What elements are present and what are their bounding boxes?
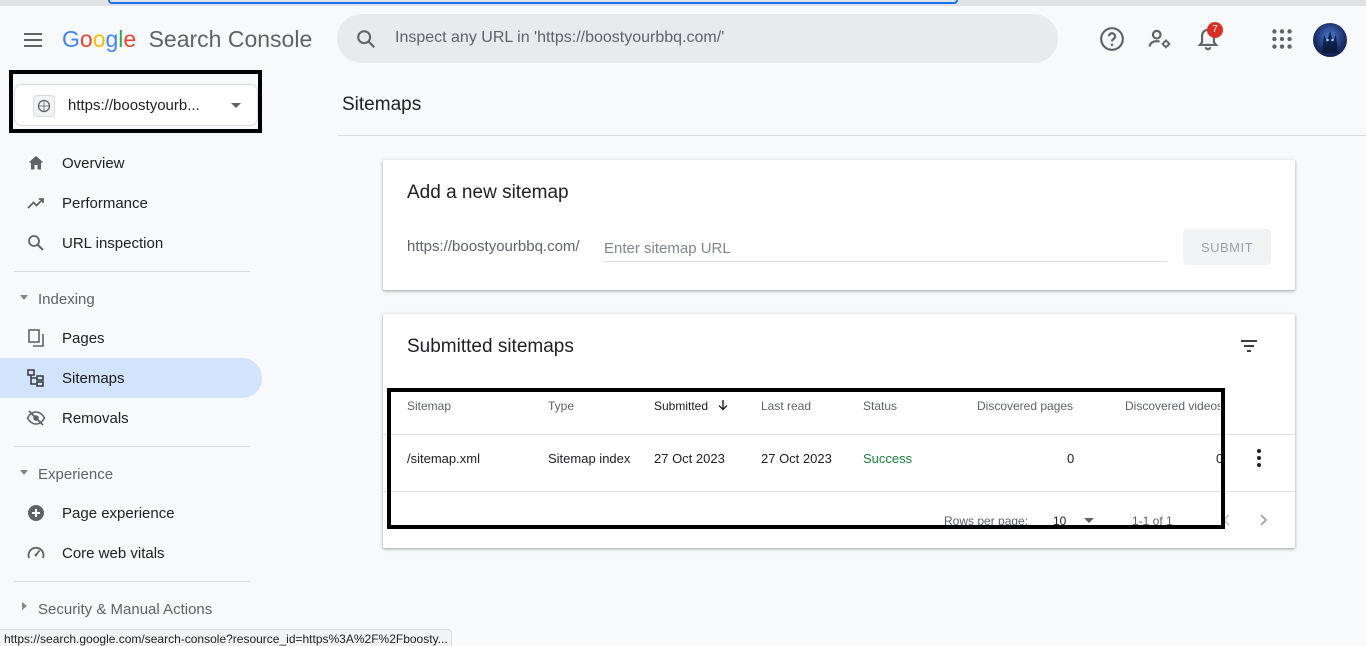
- cell-status: Success: [863, 451, 913, 466]
- globe-icon: [33, 95, 55, 117]
- sidebar-divider: [14, 271, 250, 272]
- search-icon: [28, 235, 44, 251]
- sidebar-item-url-inspection[interactable]: URL inspection: [0, 223, 262, 263]
- visibility-off-icon: [26, 410, 46, 426]
- sitemap-url-input[interactable]: [604, 236, 1167, 262]
- submit-button[interactable]: SUBMIT: [1183, 229, 1271, 265]
- pages-icon: [28, 329, 44, 347]
- cell-submitted: 27 Oct 2023: [654, 451, 725, 466]
- link-preview-status-bar: https://search.google.com/search-console…: [0, 629, 452, 646]
- chevron-right-icon[interactable]: [1255, 512, 1271, 528]
- sidebar-divider: [14, 446, 250, 447]
- sidebar-item-label: Sitemaps: [62, 370, 125, 387]
- filter-list-icon[interactable]: [1237, 334, 1261, 358]
- search-input[interactable]: [395, 24, 1035, 52]
- help-icon[interactable]: [1099, 26, 1125, 52]
- section-label: Security & Manual Actions: [38, 601, 213, 618]
- url-inspection-search[interactable]: [337, 14, 1058, 63]
- app-header: Google Search Console 7: [0, 6, 1366, 72]
- cell-type: Sitemap index: [548, 451, 631, 466]
- sidebar-item-sitemaps[interactable]: Sitemaps: [0, 358, 262, 398]
- column-header-sitemap[interactable]: Sitemap: [407, 399, 451, 413]
- sidebar-item-label: Pages: [62, 330, 105, 347]
- sidebar-item-page-experience[interactable]: Page experience: [0, 493, 262, 533]
- cell-discovered-pages: 0: [1067, 451, 1075, 466]
- notification-count-badge: 7: [1207, 22, 1223, 38]
- collapse-arrow-icon: [20, 470, 28, 475]
- column-header-type[interactable]: Type: [548, 399, 574, 413]
- speed-gauge-icon: [27, 546, 45, 559]
- sidebar-item-overview[interactable]: Overview: [0, 143, 262, 183]
- add-sitemap-title: Add a new sitemap: [407, 182, 569, 203]
- rows-per-page-value: 10: [1053, 514, 1067, 528]
- sidebar-item-label: URL inspection: [62, 235, 164, 252]
- rows-per-page-select[interactable]: 10: [1053, 514, 1094, 528]
- property-selector[interactable]: https://boostyourb...: [14, 84, 258, 126]
- cell-sitemap: /sitemap.xml: [407, 451, 480, 466]
- sidebar-item-label: Removals: [62, 410, 129, 427]
- submitted-sitemaps-title: Submitted sitemaps: [407, 336, 574, 357]
- pagination-range: 1-1 of 1: [1132, 514, 1173, 528]
- arrow-downward-icon: [718, 400, 728, 411]
- sidebar-item-label: Page experience: [62, 505, 175, 522]
- sidebar-item-label: Performance: [62, 195, 148, 212]
- sidebar-item-pages[interactable]: Pages: [0, 318, 262, 358]
- add-circle-icon: [28, 505, 44, 521]
- property-url: https://boostyourb...: [68, 97, 200, 114]
- section-label: Indexing: [38, 291, 95, 308]
- title-divider: [338, 135, 1366, 136]
- cell-last-read: 27 Oct 2023: [761, 451, 832, 466]
- home-icon: [28, 156, 44, 170]
- column-header-discovered-videos[interactable]: Discovered videos: [1125, 399, 1220, 413]
- apps-grid-icon[interactable]: [1269, 26, 1295, 52]
- submitted-sitemaps-card: Submitted sitemaps Sitemap Type Submitte…: [383, 314, 1295, 548]
- address-bar-focus-ring: [108, 0, 958, 4]
- column-header-discovered-pages[interactable]: Discovered pages: [977, 399, 1073, 413]
- row-divider: [383, 491, 1295, 492]
- add-sitemap-card: Add a new sitemap https://boostyourbbq.c…: [383, 160, 1295, 290]
- trending-up-icon: [27, 198, 44, 209]
- chevron-left-icon[interactable]: [1219, 512, 1235, 528]
- cell-discovered-videos: 0: [1216, 451, 1222, 466]
- product-name: Search Console: [148, 26, 313, 52]
- section-security-manual-actions[interactable]: Security & Manual Actions: [0, 593, 262, 623]
- more-vert-icon[interactable]: [1249, 446, 1269, 470]
- main-menu-button[interactable]: [20, 26, 48, 54]
- expand-arrow-icon: [22, 602, 27, 610]
- column-header-label: Submitted: [654, 399, 709, 413]
- avatar-image: [1322, 31, 1338, 53]
- search-console-logo[interactable]: Google Search Console: [62, 26, 312, 53]
- chevron-down-icon: [231, 103, 241, 108]
- column-header-submitted[interactable]: Submitted: [654, 399, 729, 413]
- sidebar-item-performance[interactable]: Performance: [0, 183, 262, 223]
- manage-users-icon[interactable]: [1147, 26, 1173, 52]
- sidebar-item-label: Overview: [62, 155, 125, 172]
- header-row-divider: [383, 434, 1295, 435]
- rows-per-page-label: Rows per page:: [944, 514, 1029, 528]
- sidebar-item-label: Core web vitals: [62, 545, 165, 562]
- sitemap-icon: [27, 369, 44, 387]
- section-indexing[interactable]: Indexing: [0, 283, 262, 313]
- search-icon: [357, 30, 376, 49]
- sitemap-url-prefix: https://boostyourbbq.com/: [407, 238, 580, 255]
- sidebar-item-removals[interactable]: Removals: [0, 398, 262, 438]
- chevron-down-icon: [1083, 518, 1094, 523]
- sidebar-divider: [14, 581, 250, 582]
- section-label: Experience: [38, 466, 114, 483]
- sidebar-item-core-web-vitals[interactable]: Core web vitals: [0, 533, 262, 573]
- account-avatar[interactable]: [1313, 23, 1347, 57]
- column-header-status[interactable]: Status: [863, 399, 897, 413]
- section-experience[interactable]: Experience: [0, 458, 262, 488]
- collapse-arrow-icon: [20, 295, 28, 300]
- column-header-last-read[interactable]: Last read: [761, 399, 811, 413]
- page-title: Sitemaps: [342, 94, 422, 115]
